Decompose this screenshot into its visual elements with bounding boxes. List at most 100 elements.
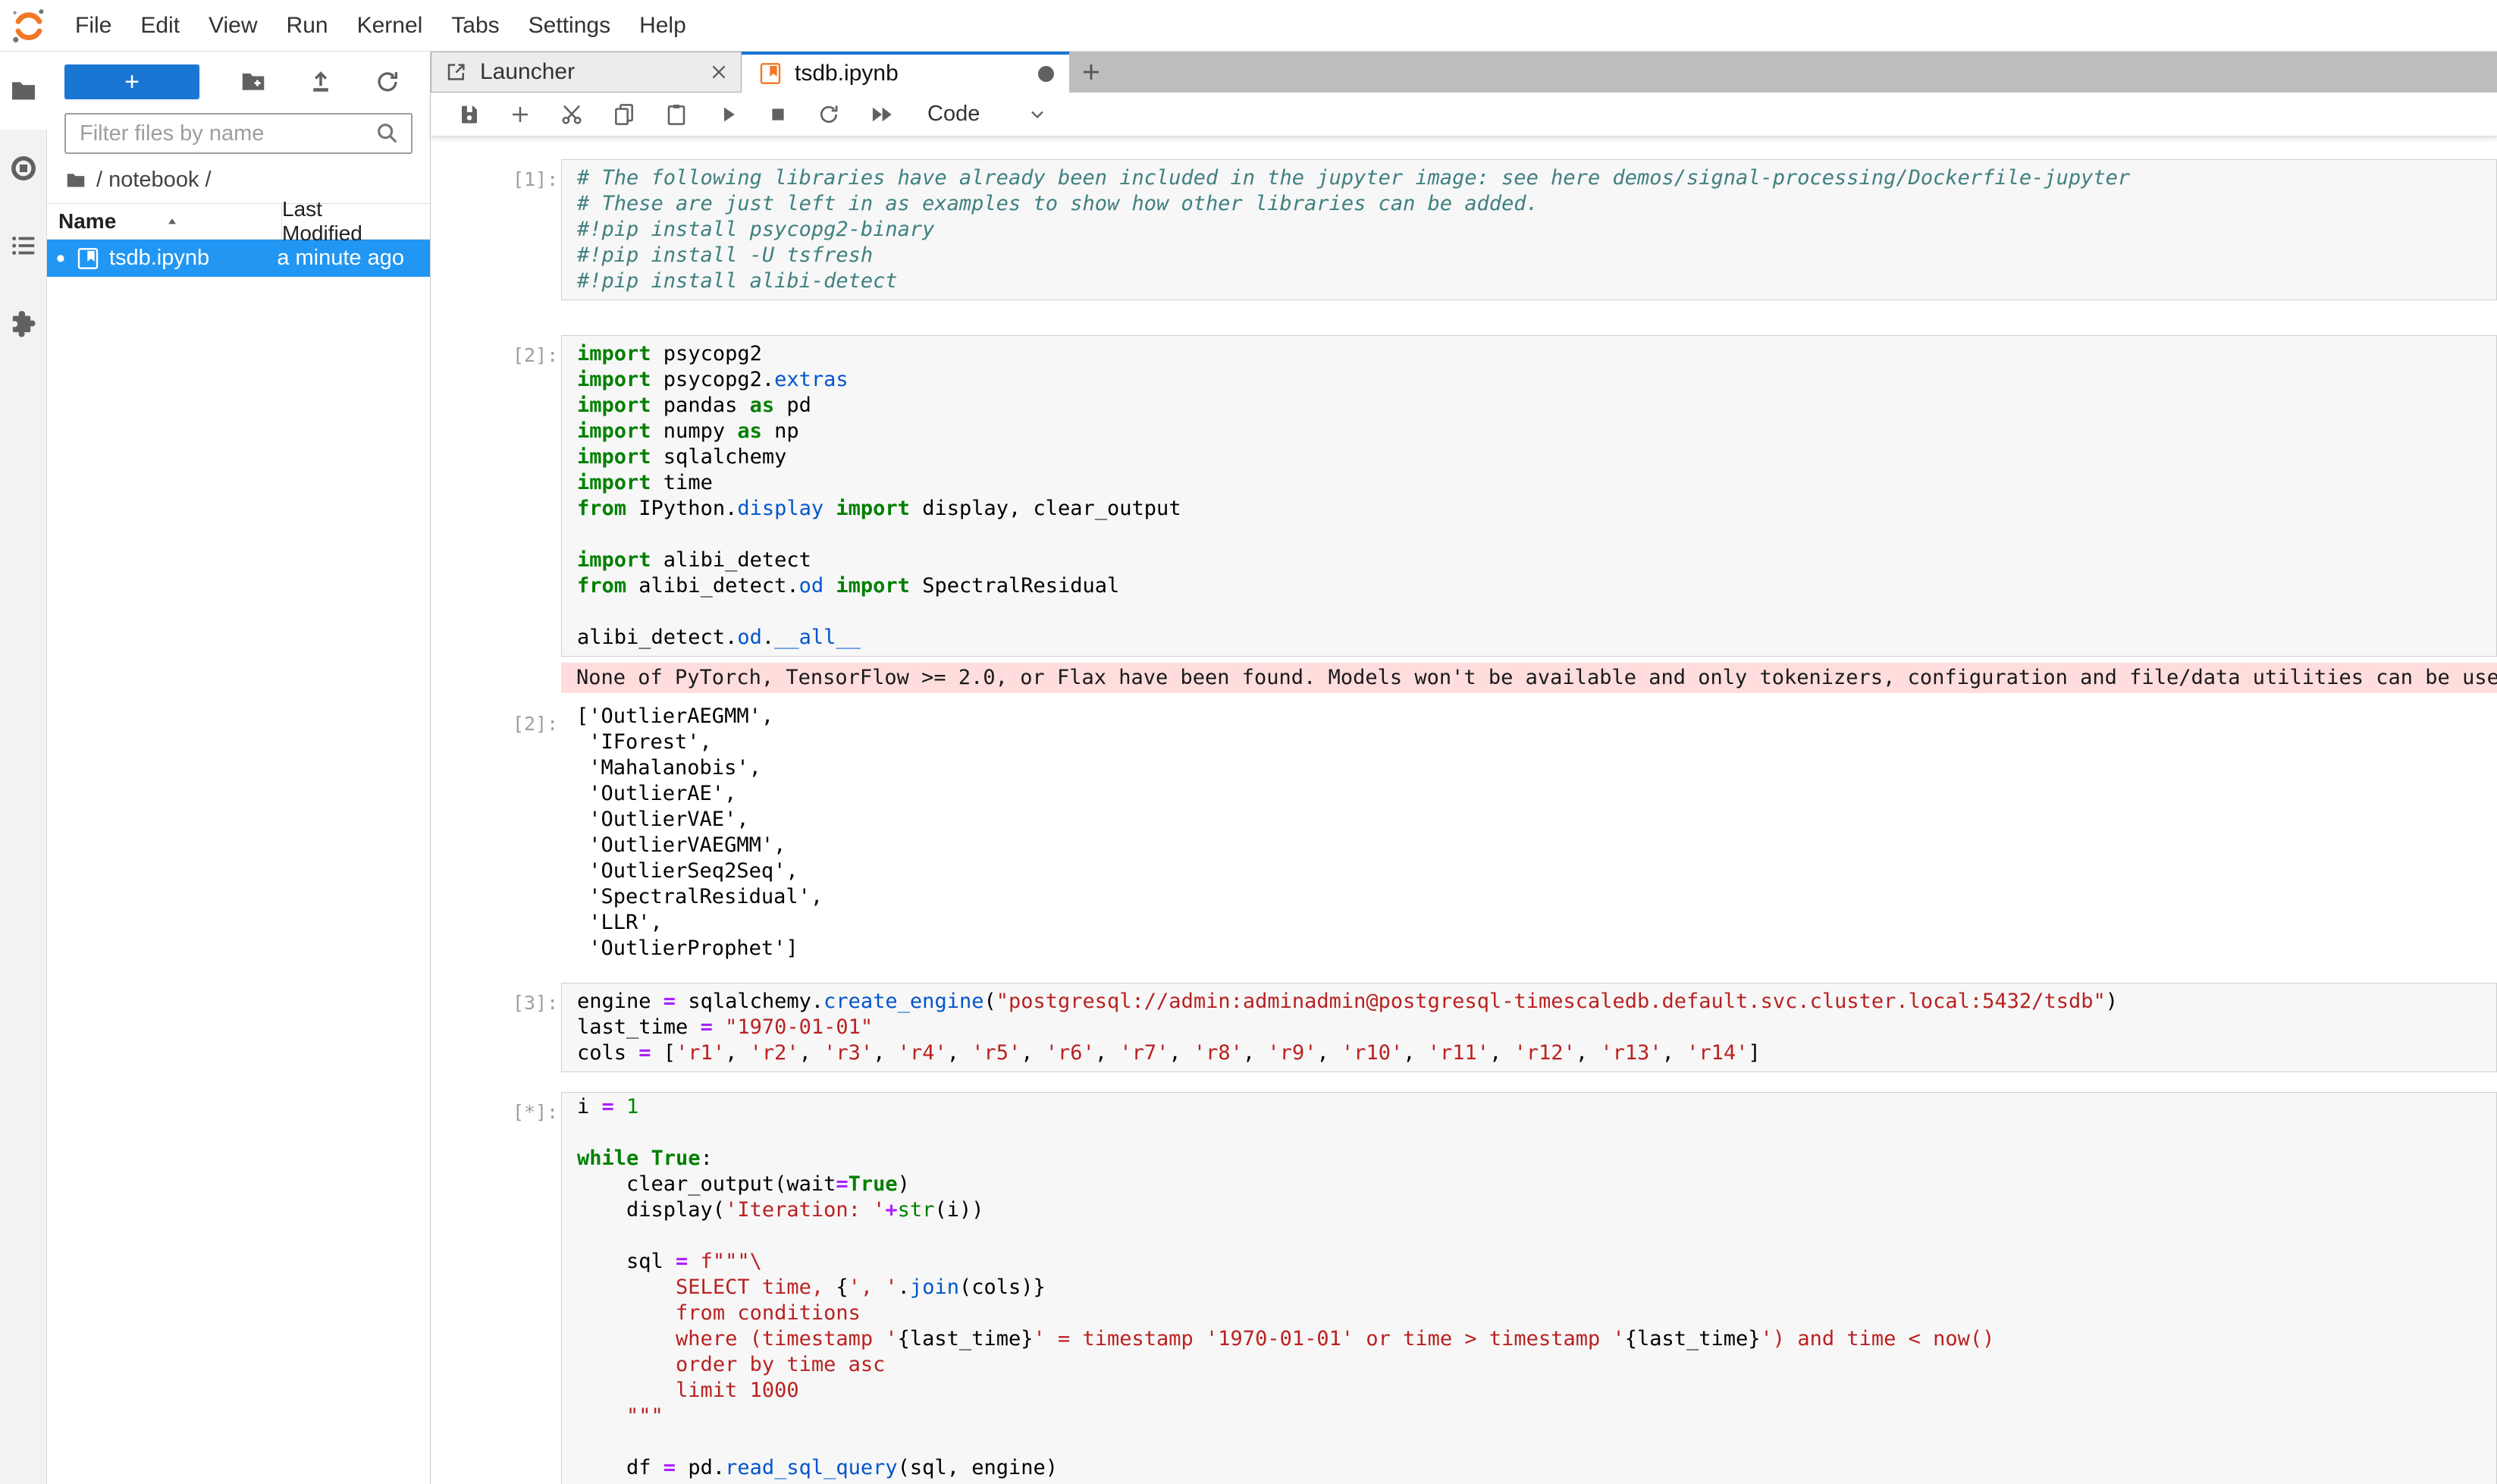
code-line: engine = sqlalchemy.create_engine("postg…	[577, 989, 2496, 1015]
copy-cells-icon[interactable]	[612, 102, 636, 127]
tab-tsdb-notebook[interactable]: tsdb.ipynb	[742, 52, 1069, 93]
code-line: from IPython.display import display, cle…	[577, 496, 2496, 522]
tab-launcher[interactable]: Launcher	[431, 52, 742, 93]
upload-icon[interactable]	[307, 68, 334, 96]
file-browser-panel: +	[47, 52, 431, 1484]
code-line	[577, 599, 2496, 625]
unsaved-changes-dot-icon[interactable]	[1038, 66, 1054, 82]
paste-cells-icon[interactable]	[664, 102, 689, 127]
notebook-scroll-area[interactable]: [1]: # The following libraries have alrea…	[431, 137, 2497, 1484]
output-prompt-spacer	[513, 663, 561, 693]
save-icon[interactable]	[458, 103, 481, 126]
code-line: #!pip install -U tsfresh	[577, 243, 2496, 268]
code-line: #!pip install psycopg2-binary	[577, 217, 2496, 243]
code-line: SELECT time, {', '.join(cols)}	[577, 1275, 2496, 1300]
home-folder-icon[interactable]	[64, 169, 87, 192]
code-line: from conditions	[577, 1300, 2496, 1326]
stop-kernel-icon[interactable]	[767, 104, 789, 125]
code-line: import numpy as np	[577, 419, 2496, 444]
chevron-down-icon[interactable]	[1027, 104, 1048, 125]
code-line: df = pd.read_sql_query(sql, engine)	[577, 1455, 2496, 1481]
restart-kernel-icon[interactable]	[817, 102, 841, 127]
cut-cells-icon[interactable]	[560, 102, 584, 127]
cell-input-prompt: [*]:	[513, 1092, 561, 1484]
cell-editor[interactable]: # The following libraries have already b…	[561, 159, 2497, 300]
menu-kernel[interactable]: Kernel	[343, 13, 438, 39]
puzzle-icon	[8, 308, 39, 338]
breadcrumb[interactable]: / notebook /	[47, 158, 430, 200]
menu-help[interactable]: Help	[625, 13, 701, 39]
code-cell: [1]: # The following libraries have alrea…	[431, 159, 2497, 300]
code-line: clear_output(wait=True)	[577, 1172, 2496, 1197]
code-line: alibi_detect.od.__all__	[577, 625, 2496, 651]
filter-files-input[interactable]	[66, 121, 375, 146]
code-line: # The following libraries have already b…	[577, 165, 2496, 191]
code-line: sql = f"""\	[577, 1249, 2496, 1275]
column-header-name[interactable]: Name	[47, 204, 282, 239]
breadcrumb-path: / notebook /	[96, 168, 212, 193]
code-line: import psycopg2	[577, 341, 2496, 367]
notebook-cells: [1]: # The following libraries have alrea…	[431, 159, 2497, 1484]
menu-settings[interactable]: Settings	[514, 13, 625, 39]
column-header-modified[interactable]: Last Modified	[282, 204, 430, 239]
cell-editor[interactable]: engine = sqlalchemy.create_engine("postg…	[561, 983, 2497, 1072]
menu-file[interactable]: File	[61, 13, 126, 39]
cell-editor[interactable]: i = 1while True: clear_output(wait=True)…	[561, 1092, 2497, 1484]
code-line: #!pip install alibi-detect	[577, 268, 2496, 294]
file-row-tsdb[interactable]: • tsdb.ipynb a minute ago	[47, 240, 430, 277]
file-modified: a minute ago	[277, 246, 430, 271]
cell-output-stderr: None of PyTorch, TensorFlow >= 2.0, or F…	[431, 663, 2497, 693]
file-name: tsdb.ipynb	[109, 246, 277, 271]
new-launcher-button[interactable]: +	[64, 64, 199, 99]
code-line: last_time = "1970-01-01"	[577, 1015, 2496, 1040]
notebook-tab-icon	[758, 61, 783, 86]
code-line: import pandas as pd	[577, 393, 2496, 419]
launcher-icon	[445, 61, 468, 83]
code-line: cols = ['r1', 'r2', 'r3', 'r4', 'r5', 'r…	[577, 1040, 2496, 1066]
notebook-file-icon	[76, 246, 100, 271]
menu-tabs[interactable]: Tabs	[437, 13, 513, 39]
add-cell-icon[interactable]	[509, 103, 532, 126]
code-line	[577, 522, 2496, 547]
search-icon	[375, 121, 400, 146]
notebook-toolbar: Code	[431, 93, 2497, 136]
restart-run-all-icon[interactable]	[869, 102, 895, 127]
code-line: i = 1	[577, 1094, 2496, 1120]
result-text: ['OutlierAEGMM', 'IForest', 'Mahalanobis…	[561, 704, 2497, 962]
code-cell: [3]: engine = sqlalchemy.create_engine("p…	[431, 983, 2497, 1072]
code-line: from alibi_detect.od import SpectralResi…	[577, 573, 2496, 599]
run-cell-icon[interactable]	[717, 103, 739, 126]
sidebar-tab-table-of-contents[interactable]	[0, 207, 46, 284]
tab-label: Launcher	[480, 59, 709, 85]
code-line: """	[577, 1404, 2496, 1429]
plus-icon	[1080, 61, 1103, 83]
file-list-header: Name Last Modified	[47, 203, 430, 240]
menu-bar: File Edit View Run Kernel Tabs Settings …	[0, 0, 2497, 52]
sidebar-tab-running-sessions[interactable]	[0, 130, 46, 207]
code-line: import alibi_detect	[577, 547, 2496, 573]
sidebar-tab-file-browser[interactable]	[0, 52, 48, 130]
new-tab-button[interactable]	[1069, 52, 1113, 93]
code-line: import time	[577, 470, 2496, 496]
code-line: display('Iteration: '+str(i))	[577, 1197, 2496, 1223]
sidebar-tab-extension-manager[interactable]	[0, 284, 46, 362]
stderr-text: None of PyTorch, TensorFlow >= 2.0, or F…	[561, 663, 2497, 693]
refresh-icon[interactable]	[374, 68, 401, 96]
dock-tab-bar: Launcher tsdb.ipynb	[431, 52, 2497, 93]
menu-run[interactable]: Run	[272, 13, 343, 39]
cell-input-prompt: [1]:	[513, 159, 561, 300]
code-line	[577, 1429, 2496, 1455]
code-line: # These are just left in as examples to …	[577, 191, 2496, 217]
cell-output-result: [2]:['OutlierAEGMM', 'IForest', 'Mahalan…	[431, 704, 2497, 962]
new-folder-button[interactable]	[239, 67, 268, 96]
close-icon[interactable]	[709, 62, 729, 82]
menu-view[interactable]: View	[194, 13, 271, 39]
menu-edit[interactable]: Edit	[126, 13, 194, 39]
cell-editor[interactable]: import psycopg2import psycopg2.extrasimp…	[561, 335, 2497, 657]
sidebar-rail	[0, 52, 47, 1484]
cell-type-select[interactable]: Code	[927, 102, 980, 127]
code-line: import psycopg2.extras	[577, 367, 2496, 393]
cell-input-prompt: [2]:	[513, 335, 561, 657]
code-line	[577, 1120, 2496, 1146]
cell-input-prompt: [3]:	[513, 983, 561, 1072]
